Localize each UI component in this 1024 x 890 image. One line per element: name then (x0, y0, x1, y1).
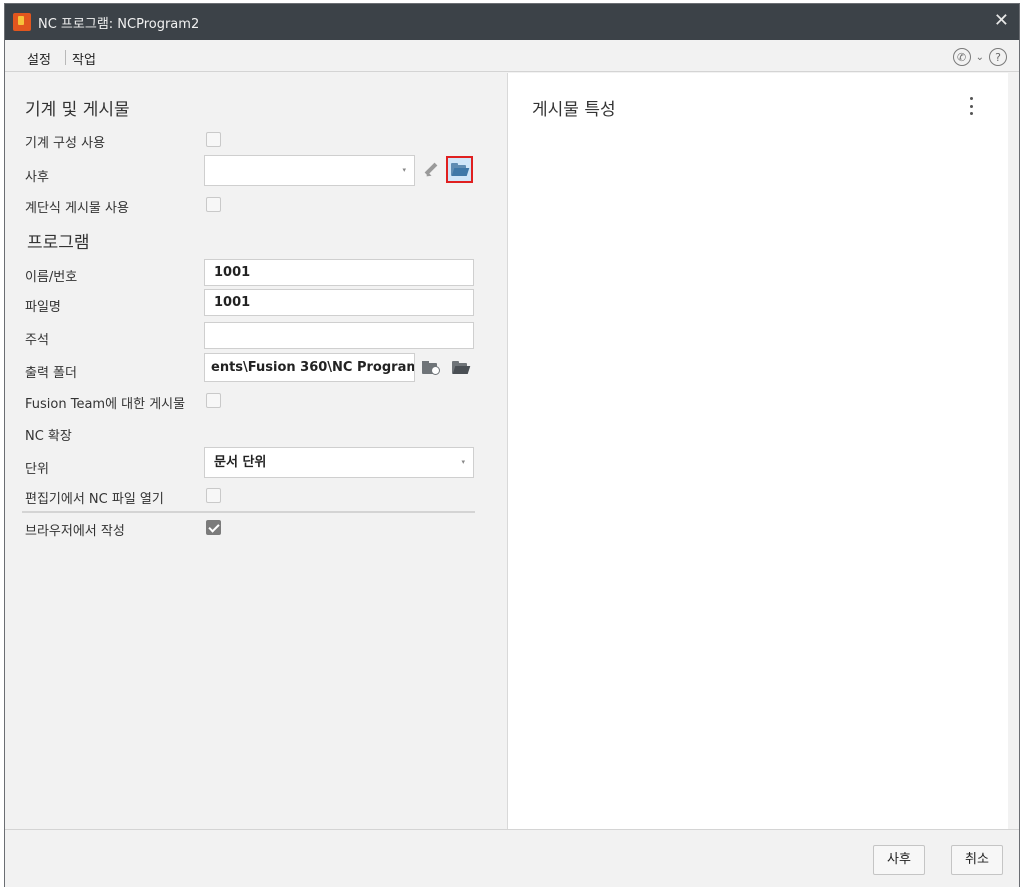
nc-program-dialog: NC 프로그램: NCProgram2 ✕ 설정 작업 ✆ ⌄ ? 기계 및 게… (4, 3, 1020, 887)
create-in-browser-checkbox[interactable] (206, 520, 221, 535)
name-number-label: 이름/번호 (25, 270, 78, 285)
more-options-icon[interactable] (968, 97, 974, 115)
output-folder-input[interactable]: ents\Fusion 360\NC Programs (204, 353, 415, 382)
use-cascading-post-checkbox[interactable] (206, 197, 221, 212)
comment-label: 주석 (25, 333, 49, 348)
open-post-folder-button[interactable] (446, 156, 473, 183)
folder-open-icon (451, 162, 470, 176)
nc-extension-label: NC 확장 (25, 429, 72, 444)
tab-separator (65, 50, 66, 65)
post-to-team-checkbox[interactable] (206, 393, 221, 408)
close-icon[interactable]: ✕ (994, 10, 1009, 32)
output-folder-label: 출력 폴더 (25, 366, 77, 381)
create-in-browser-label: 브라우저에서 작성 (25, 524, 125, 539)
section-title-machine-post: 기계 및 게시물 (25, 100, 130, 120)
support-phone-icon[interactable]: ✆ (952, 48, 971, 66)
open-in-editor-checkbox[interactable] (206, 488, 221, 503)
post-to-team-label: Fusion Team에 대한 게시물 (25, 397, 186, 412)
tab-tools: ✆ ⌄ ? (952, 46, 1007, 68)
folder-clock-icon (422, 361, 440, 375)
post-properties-title: 게시물 특성 (532, 100, 616, 120)
units-label: 단위 (25, 462, 49, 477)
tab-bar: 설정 작업 ✆ ⌄ ? (5, 40, 1019, 75)
units-value: 문서 단위 (214, 455, 267, 470)
post-properties-panel: 게시물 특성 (507, 73, 1008, 829)
comment-input[interactable] (204, 322, 474, 349)
post-dropdown[interactable]: ▾ (204, 155, 415, 186)
window-title: NC 프로그램: NCProgram2 (38, 17, 200, 32)
use-cascading-post-label: 계단식 게시물 사용 (25, 201, 129, 216)
filename-label: 파일명 (25, 300, 61, 315)
name-number-input[interactable]: 1001 (204, 259, 474, 286)
chevron-down-icon: ▾ (402, 166, 406, 174)
recent-folder-button[interactable] (419, 357, 443, 379)
use-machine-config-label: 기계 구성 사용 (25, 136, 106, 151)
chevron-down-icon: ▾ (461, 458, 465, 466)
units-dropdown[interactable]: 문서 단위 ▾ (204, 447, 474, 478)
post-label: 사후 (25, 170, 49, 185)
use-machine-config-checkbox[interactable] (206, 132, 221, 147)
chevron-down-icon[interactable]: ⌄ (976, 52, 984, 63)
title-bar: NC 프로그램: NCProgram2 ✕ (5, 4, 1019, 40)
section-title-program: 프로그램 (27, 233, 90, 253)
edit-post-button[interactable] (419, 159, 443, 181)
post-button[interactable]: 사후 (873, 845, 925, 875)
tab-operations[interactable]: 작업 (72, 49, 96, 68)
pencil-icon (423, 162, 439, 178)
open-in-editor-label: 편집기에서 NC 파일 열기 (25, 492, 164, 507)
browse-output-folder-button[interactable] (448, 357, 472, 379)
filename-input[interactable]: 1001 (204, 289, 474, 316)
section-divider (22, 511, 475, 513)
fusion-app-icon (13, 13, 31, 31)
settings-panel: 기계 및 게시물 기계 구성 사용 사후 ▾ 계단식 게시물 사용 프로그램 이… (5, 73, 506, 829)
folder-open-icon (451, 361, 470, 374)
tab-settings[interactable]: 설정 (23, 49, 55, 75)
help-icon[interactable]: ? (989, 48, 1007, 66)
dialog-footer: 사후 취소 (5, 829, 1019, 887)
cancel-button[interactable]: 취소 (951, 845, 1003, 875)
